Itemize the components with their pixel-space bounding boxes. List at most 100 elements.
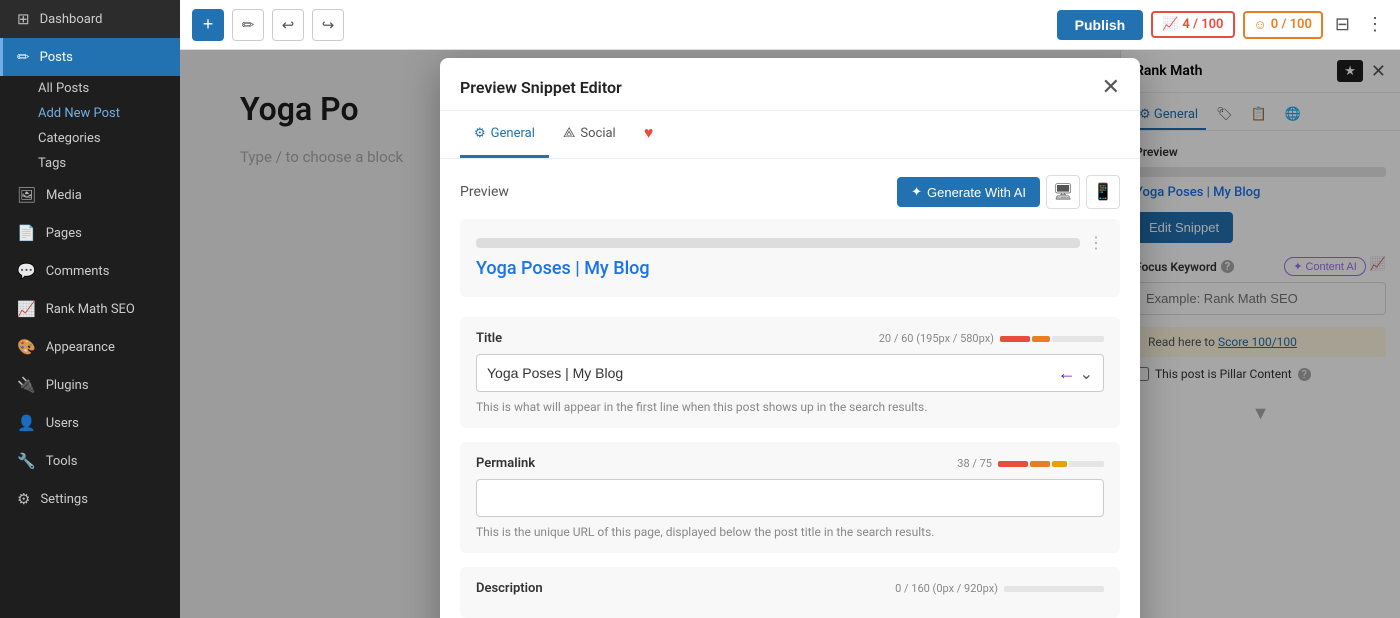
- settings-toggle-button[interactable]: ⋮: [1362, 10, 1388, 39]
- permalink-field-meta: 38 / 75: [957, 457, 1104, 470]
- tags-link[interactable]: Tags: [38, 151, 180, 176]
- description-field-meta: 0 / 160 (0px / 920px): [895, 582, 1104, 595]
- readability-icon: ☺: [1254, 17, 1267, 33]
- description-char-count: 0 / 160 (0px / 920px): [895, 582, 998, 595]
- snippet-editor-modal: Preview Snippet Editor ✕ ⚙ General ⟁ Soc…: [440, 58, 1140, 618]
- sidebar-item-settings[interactable]: ⚙ Settings: [0, 480, 180, 518]
- readability-score-badge[interactable]: ☺ 0 / 100: [1243, 11, 1323, 39]
- sidebar-item-tools[interactable]: 🔧 Tools: [0, 442, 180, 480]
- modal-tab-general[interactable]: ⚙ General: [460, 111, 549, 158]
- sidebar-item-media[interactable]: 🖼 Media: [0, 176, 180, 214]
- title-seg-1: [1000, 336, 1030, 342]
- heart-icon: ♥: [644, 123, 654, 143]
- title-field-header: Title 20 / 60 (195px / 580px): [476, 331, 1104, 346]
- undo-button[interactable]: ↩: [272, 9, 304, 41]
- modal-tab-social[interactable]: ⟁ Social: [549, 111, 630, 158]
- all-posts-link[interactable]: All Posts: [38, 76, 180, 101]
- add-block-button[interactable]: +: [192, 9, 224, 41]
- main-area: + ✏ ↩ ↪ Publish 📈 4 / 100 ☺ 0 / 100 ⊟ ⋮ …: [180, 0, 1400, 618]
- sidebar-item-posts[interactable]: ✏ Posts: [0, 38, 180, 76]
- seo-score-icon: 📈: [1162, 17, 1178, 32]
- preview-title-link[interactable]: Yoga Poses | My Blog: [476, 258, 1104, 279]
- description-field-section: Description 0 / 160 (0px / 920px): [460, 567, 1120, 618]
- posts-submenu: All Posts Add New Post Categories Tags: [0, 76, 180, 176]
- permalink-hint: This is the unique URL of this page, dis…: [476, 525, 1104, 539]
- generate-ai-label: Generate With AI: [927, 185, 1026, 200]
- permalink-field-header: Permalink 38 / 75: [476, 456, 1104, 471]
- users-icon: 👤: [17, 414, 36, 432]
- modal-body: Preview ✦ Generate With AI 🖥: [440, 159, 1140, 618]
- title-field-label: Title: [476, 331, 502, 346]
- modal-social-icon: ⟁: [563, 125, 576, 141]
- sidebar-item-dashboard[interactable]: ⊞ Dashboard: [0, 0, 180, 38]
- preview-actions: ✦ Generate With AI 🖥 📱: [897, 175, 1120, 209]
- sidebar: ⊞ Dashboard ✏ Posts All Posts Add New Po…: [0, 0, 180, 618]
- sidebar-item-label: Users: [46, 416, 79, 431]
- pages-icon: 📄: [17, 224, 36, 242]
- sidebar-item-label: Posts: [40, 50, 73, 65]
- title-input[interactable]: [487, 355, 1058, 391]
- preview-section-header: Preview ✦ Generate With AI 🖥: [460, 175, 1120, 209]
- preview-card: ⋮ Yoga Poses | My Blog: [460, 219, 1120, 297]
- generate-ai-button[interactable]: ✦ Generate With AI: [897, 177, 1040, 207]
- description-field-label: Description: [476, 581, 543, 596]
- title-dropdown-icon[interactable]: ⌄: [1080, 364, 1093, 383]
- title-field-meta: 20 / 60 (195px / 580px): [879, 332, 1104, 345]
- sidebar-item-label: Pages: [46, 226, 82, 241]
- description-seg-1: [1004, 586, 1104, 592]
- categories-link[interactable]: Categories: [38, 126, 180, 151]
- seo-score-value: 4 / 100: [1182, 17, 1223, 32]
- modal-tab-heart[interactable]: ♥: [630, 111, 668, 158]
- seo-score-badge[interactable]: 📈 4 / 100: [1151, 11, 1234, 38]
- plugins-icon: 🔌: [17, 376, 36, 394]
- permalink-input[interactable]: [476, 479, 1104, 517]
- title-progress: [1000, 336, 1104, 342]
- preview-section: Preview ✦ Generate With AI 🖥: [460, 175, 1120, 297]
- ai-sparkle-icon: ✦: [911, 184, 922, 200]
- modal-overlay[interactable]: Preview Snippet Editor ✕ ⚙ General ⟁ Soc…: [180, 50, 1400, 618]
- title-seg-2: [1032, 336, 1050, 342]
- sidebar-item-label: Settings: [40, 492, 87, 507]
- description-field-header: Description 0 / 160 (0px / 920px): [476, 581, 1104, 596]
- sidebar-item-label: Appearance: [46, 340, 115, 355]
- sidebar-item-rank-math[interactable]: 📈 Rank Math SEO: [0, 290, 180, 328]
- modal-header: Preview Snippet Editor ✕: [440, 58, 1140, 111]
- modal-social-label: Social: [580, 126, 615, 141]
- desktop-view-button[interactable]: 🖥: [1046, 175, 1080, 209]
- preview-section-label: Preview: [460, 184, 509, 200]
- modal-title: Preview Snippet Editor: [460, 78, 1102, 97]
- layout-toggle-button[interactable]: ⊟: [1331, 10, 1354, 39]
- desktop-icon: 🖥: [1053, 182, 1073, 202]
- sidebar-item-comments[interactable]: 💬 Comments: [0, 252, 180, 290]
- title-char-count: 20 / 60 (195px / 580px): [879, 332, 994, 345]
- modal-close-button[interactable]: ✕: [1102, 74, 1120, 100]
- sidebar-item-pages[interactable]: 📄 Pages: [0, 214, 180, 252]
- comments-icon: 💬: [17, 262, 36, 280]
- sidebar-item-plugins[interactable]: 🔌 Plugins: [0, 366, 180, 404]
- sidebar-item-label: Plugins: [46, 378, 89, 393]
- permalink-field-section: Permalink 38 / 75: [460, 442, 1120, 553]
- description-progress: [1004, 586, 1104, 592]
- sidebar-item-label: Comments: [46, 264, 110, 279]
- permalink-seg-2: [1030, 461, 1050, 467]
- publish-button[interactable]: Publish: [1057, 10, 1144, 40]
- sidebar-item-label: Media: [46, 188, 82, 203]
- preview-url-dots[interactable]: ⋮: [1088, 233, 1104, 252]
- mobile-view-button[interactable]: 📱: [1086, 175, 1120, 209]
- topbar: + ✏ ↩ ↪ Publish 📈 4 / 100 ☺ 0 / 100 ⊟ ⋮: [180, 0, 1400, 50]
- mobile-icon: 📱: [1093, 182, 1113, 202]
- redo-button[interactable]: ↪: [312, 9, 344, 41]
- permalink-progress: [998, 461, 1104, 467]
- url-placeholder-bar: [476, 238, 1080, 248]
- edit-mode-button[interactable]: ✏: [232, 9, 264, 41]
- sidebar-item-users[interactable]: 👤 Users: [0, 404, 180, 442]
- tools-icon: 🔧: [17, 452, 36, 470]
- modal-general-icon: ⚙: [474, 126, 486, 141]
- preview-url-bar: ⋮: [476, 233, 1104, 252]
- sidebar-item-appearance[interactable]: 🎨 Appearance: [0, 328, 180, 366]
- permalink-char-count: 38 / 75: [957, 457, 992, 470]
- add-new-post-link[interactable]: Add New Post: [38, 101, 180, 126]
- permalink-seg-3: [1052, 461, 1067, 467]
- title-hint: This is what will appear in the first li…: [476, 400, 1104, 414]
- permalink-seg-4: [1069, 461, 1104, 467]
